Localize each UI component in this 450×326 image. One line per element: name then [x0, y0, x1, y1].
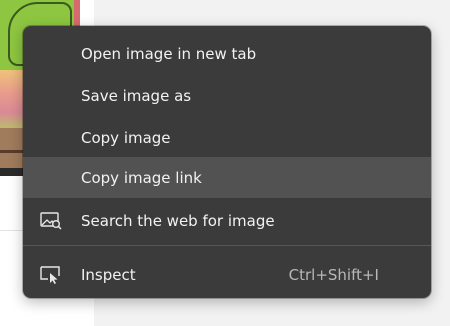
image-search-icon — [40, 211, 62, 231]
menu-item-label: Copy image link — [81, 168, 202, 187]
menu-item-label: Save image as — [81, 86, 192, 105]
menu-item-label: Copy image — [81, 128, 171, 147]
menu-item-label: Search the web for image — [81, 211, 275, 230]
menu-item-copy-image-link[interactable]: Copy image link — [23, 157, 431, 198]
menu-item-label: Open image in new tab — [81, 44, 257, 63]
menu-item-search-web-for-image[interactable]: Search the web for image — [23, 200, 431, 241]
menu-separator — [23, 245, 431, 246]
menu-item-open-image-new-tab[interactable]: Open image in new tab — [23, 33, 431, 74]
image-context-menu: Open image in new tab Save image as Copy… — [23, 26, 431, 298]
menu-item-inspect[interactable]: Inspect Ctrl+Shift+I — [23, 254, 431, 295]
menu-item-shortcut: Ctrl+Shift+I — [288, 265, 379, 284]
menu-item-save-image-as[interactable]: Save image as — [23, 75, 431, 116]
menu-item-copy-image[interactable]: Copy image — [23, 117, 431, 158]
menu-item-label: Inspect — [81, 265, 136, 284]
inspect-icon — [40, 265, 62, 285]
